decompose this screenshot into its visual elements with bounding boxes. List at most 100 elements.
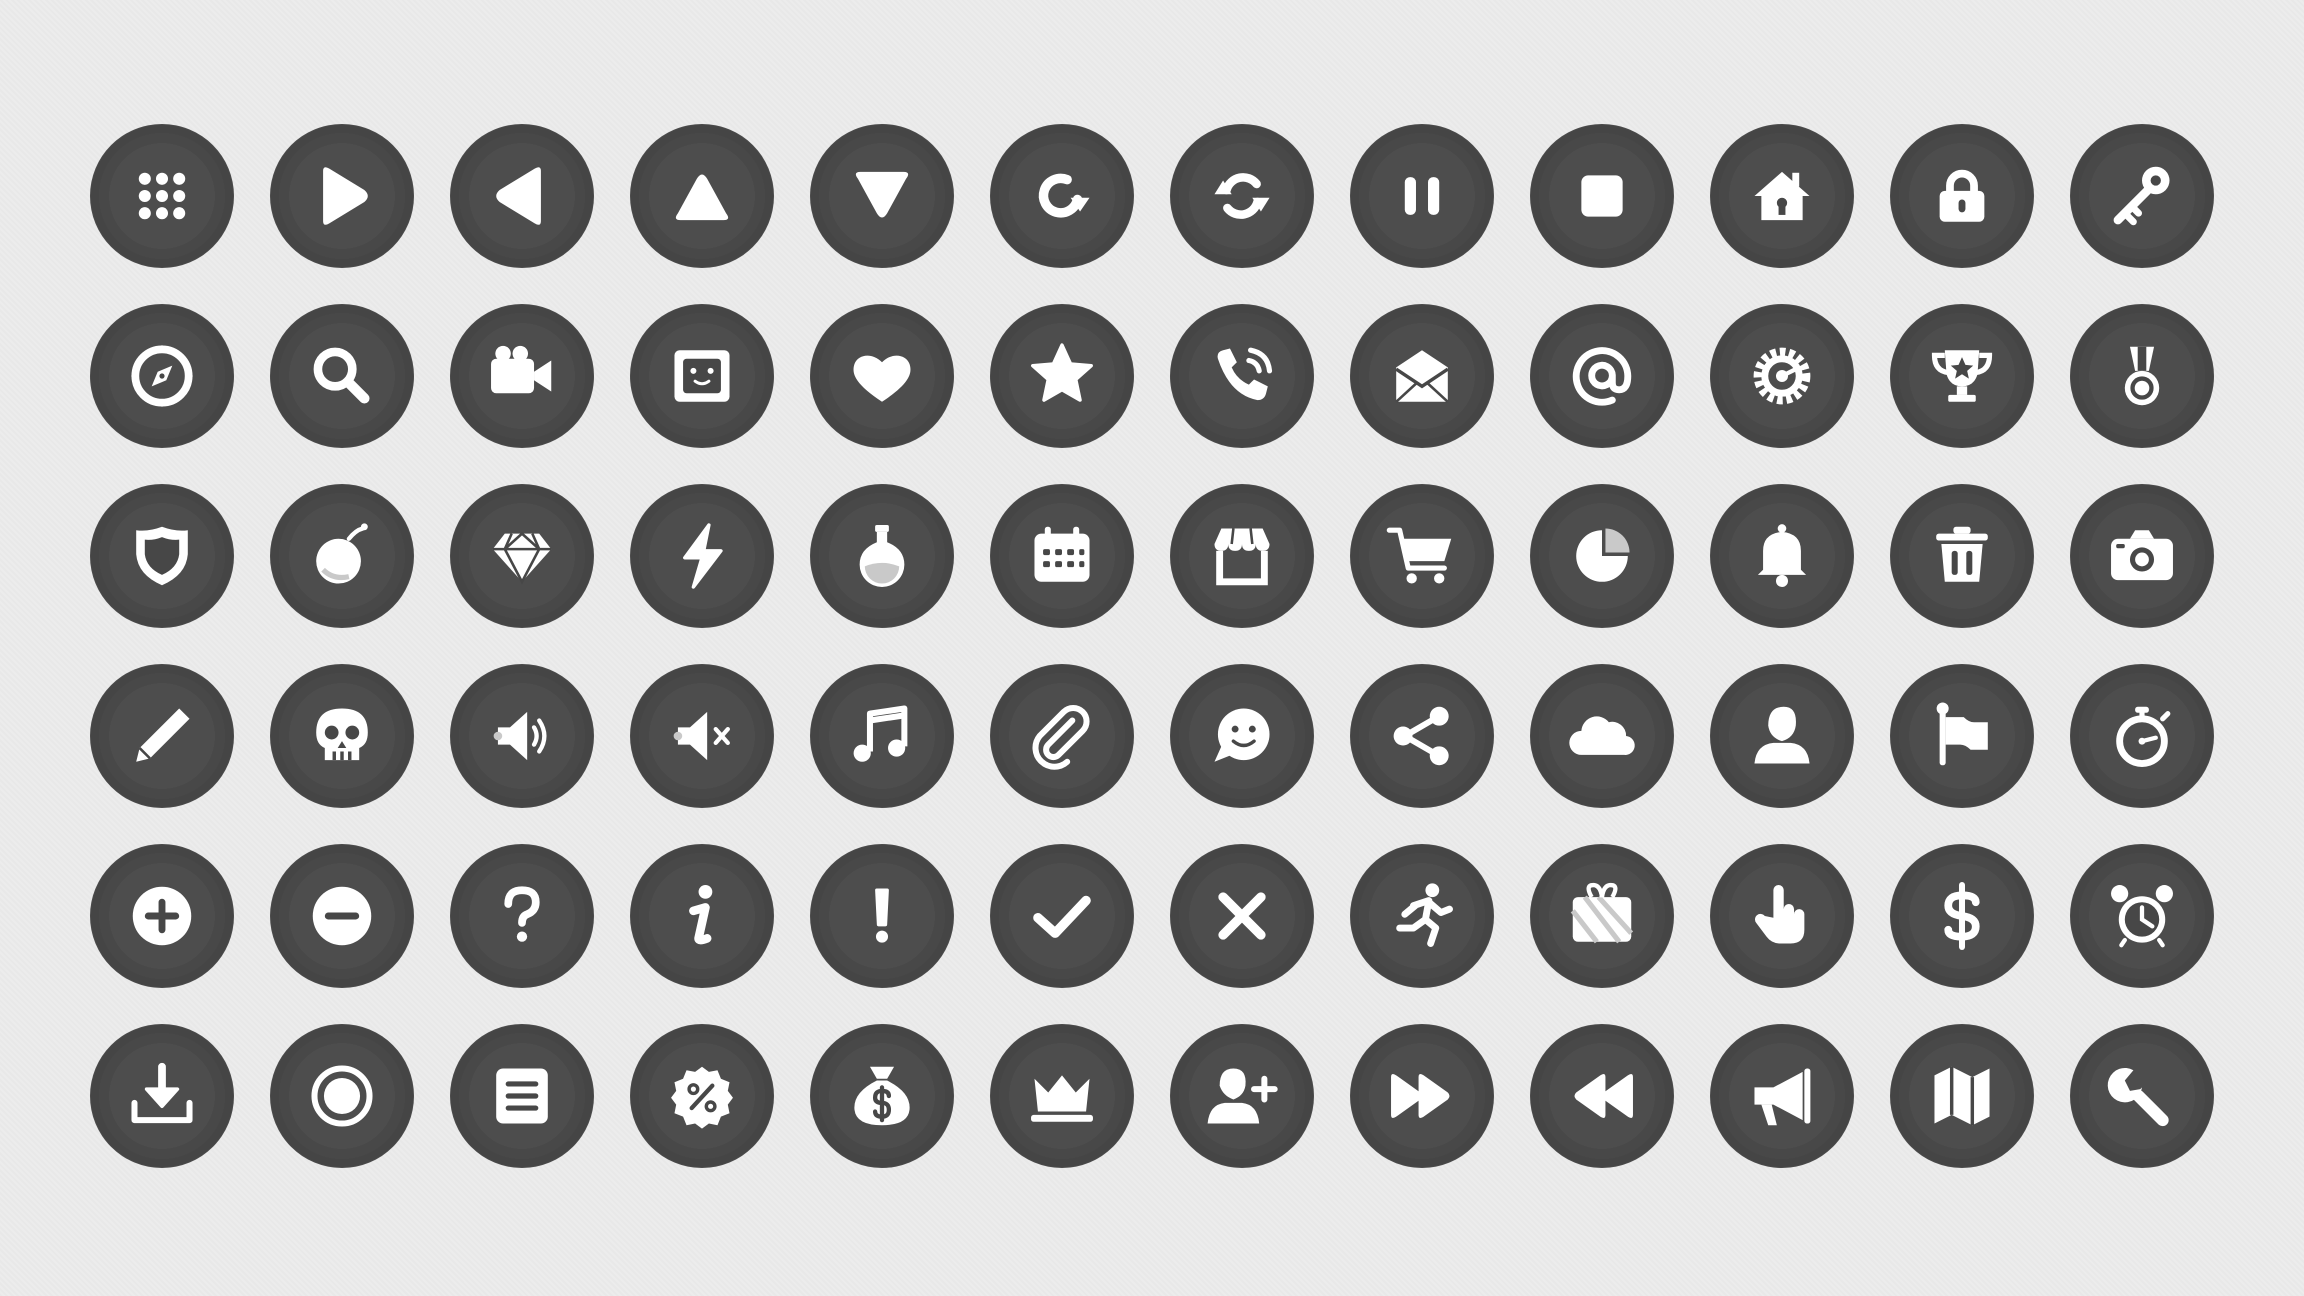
shop-button[interactable] — [1170, 484, 1314, 628]
mail-open-icon — [1379, 333, 1465, 419]
up-button[interactable] — [630, 124, 774, 268]
pencil-button[interactable] — [90, 664, 234, 808]
pause-button[interactable] — [1350, 124, 1494, 268]
play-button[interactable] — [270, 124, 414, 268]
alert-button[interactable] — [810, 844, 954, 988]
music-button[interactable] — [810, 664, 954, 808]
alarm-button[interactable] — [2070, 844, 2214, 988]
close-button[interactable] — [1170, 844, 1314, 988]
record-button[interactable] — [270, 1024, 414, 1168]
star-button[interactable] — [990, 304, 1134, 448]
minus-button[interactable] — [270, 844, 414, 988]
lightning-button[interactable] — [630, 484, 774, 628]
exclamation-icon — [839, 873, 925, 959]
star-icon — [1019, 333, 1105, 419]
shield-button[interactable] — [90, 484, 234, 628]
restart-button[interactable] — [990, 124, 1134, 268]
camera-button[interactable] — [2070, 484, 2214, 628]
radio-button-icon — [299, 1053, 385, 1139]
close-icon — [1199, 873, 1285, 959]
map-button[interactable] — [1890, 1024, 2034, 1168]
picture-frame-button[interactable] — [630, 304, 774, 448]
document-list-icon — [479, 1053, 565, 1139]
at-sign-button[interactable] — [1530, 304, 1674, 448]
diamond-button[interactable] — [450, 484, 594, 628]
money-bag-button[interactable] — [810, 1024, 954, 1168]
share-button[interactable] — [1350, 664, 1494, 808]
info-icon — [659, 873, 745, 959]
settings-button[interactable] — [1710, 304, 1854, 448]
pointer-button[interactable] — [1710, 844, 1854, 988]
bell-icon — [1739, 513, 1825, 599]
pie-chart-button[interactable] — [1530, 484, 1674, 628]
volume-on-button[interactable] — [450, 664, 594, 808]
play-icon — [299, 153, 385, 239]
attach-button[interactable] — [990, 664, 1134, 808]
video-camera-button[interactable] — [450, 304, 594, 448]
back-button[interactable] — [450, 124, 594, 268]
plus-button[interactable] — [90, 844, 234, 988]
lock-button[interactable] — [1890, 124, 2034, 268]
stopwatch-button[interactable] — [2070, 664, 2214, 808]
add-user-button[interactable] — [1170, 1024, 1314, 1168]
plus-icon — [119, 873, 205, 959]
picture-frame-icon — [659, 333, 745, 419]
discount-icon — [659, 1053, 745, 1139]
help-button[interactable] — [450, 844, 594, 988]
volume-mute-button[interactable] — [630, 664, 774, 808]
add-user-icon — [1199, 1053, 1285, 1139]
hand-pointer-icon — [1739, 873, 1825, 959]
restart-icon — [1019, 153, 1105, 239]
confirm-button[interactable] — [990, 844, 1134, 988]
search-button[interactable] — [270, 304, 414, 448]
download-icon — [119, 1053, 205, 1139]
calendar-button[interactable] — [990, 484, 1134, 628]
document-button[interactable] — [450, 1024, 594, 1168]
rewind-button[interactable] — [1530, 1024, 1674, 1168]
grid-menu-button[interactable] — [90, 124, 234, 268]
currency-button[interactable] — [1890, 844, 2034, 988]
pencil-icon — [119, 693, 205, 779]
potion-button[interactable] — [810, 484, 954, 628]
potion-icon — [839, 513, 925, 599]
down-button[interactable] — [810, 124, 954, 268]
bell-button[interactable] — [1710, 484, 1854, 628]
bomb-button[interactable] — [270, 484, 414, 628]
announce-button[interactable] — [1710, 1024, 1854, 1168]
phone-call-icon — [1199, 333, 1285, 419]
mail-button[interactable] — [1350, 304, 1494, 448]
at-sign-icon — [1559, 333, 1645, 419]
flag-button[interactable] — [1890, 664, 2034, 808]
pie-chart-icon — [1559, 513, 1645, 599]
discount-button[interactable] — [630, 1024, 774, 1168]
trophy-button[interactable] — [1890, 304, 2034, 448]
fast-forward-button[interactable] — [1350, 1024, 1494, 1168]
home-button[interactable] — [1710, 124, 1854, 268]
cloud-button[interactable] — [1530, 664, 1674, 808]
tools-button[interactable] — [2070, 1024, 2214, 1168]
shopping-cart-button[interactable] — [1350, 484, 1494, 628]
cloud-icon — [1559, 693, 1645, 779]
key-button[interactable] — [2070, 124, 2214, 268]
emoji-button[interactable] — [1170, 664, 1314, 808]
phone-button[interactable] — [1170, 304, 1314, 448]
refresh-button[interactable] — [1170, 124, 1314, 268]
search-icon — [299, 333, 385, 419]
up-triangle-icon — [659, 153, 745, 239]
trash-button[interactable] — [1890, 484, 2034, 628]
gift-button[interactable] — [1530, 844, 1674, 988]
rewind-icon — [1559, 1053, 1645, 1139]
download-button[interactable] — [90, 1024, 234, 1168]
skull-button[interactable] — [270, 664, 414, 808]
info-button[interactable] — [630, 844, 774, 988]
lightning-icon — [659, 513, 745, 599]
medal-button[interactable] — [2070, 304, 2214, 448]
crown-button[interactable] — [990, 1024, 1134, 1168]
run-button[interactable] — [1350, 844, 1494, 988]
user-button[interactable] — [1710, 664, 1854, 808]
heart-button[interactable] — [810, 304, 954, 448]
stop-button[interactable] — [1530, 124, 1674, 268]
compass-button[interactable] — [90, 304, 234, 448]
trophy-icon — [1919, 333, 2005, 419]
running-man-icon — [1379, 873, 1465, 959]
